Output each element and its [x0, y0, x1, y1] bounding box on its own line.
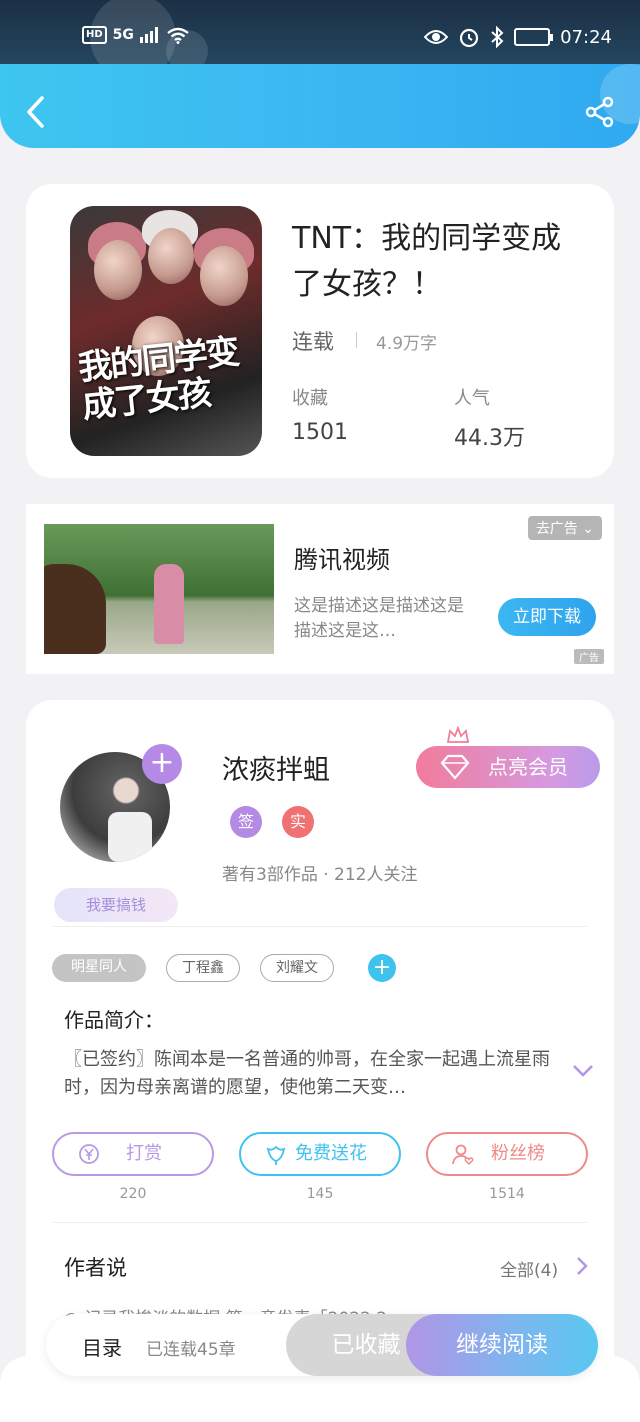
signal-icon	[139, 27, 158, 43]
add-tag-button[interactable]: +	[368, 954, 396, 982]
network-type: 5G	[112, 27, 134, 43]
share-button[interactable]	[584, 96, 616, 128]
intro-text[interactable]: 〖已签约〗陈闻本是一名普通的帅哥，在全家一起遇上流星雨时，因为母亲离谱的愿望，使…	[64, 1046, 550, 1102]
ad-title: 腾讯视频	[294, 546, 390, 574]
flower-count: 145	[306, 1186, 334, 1202]
ad-description: 这是描述这是描述这是描述这是这…	[294, 596, 464, 641]
wifi-icon	[167, 27, 189, 44]
flower-icon	[266, 1145, 286, 1165]
tip-button[interactable]: 打赏	[52, 1132, 214, 1176]
status-bar: HD 5G 07:24	[0, 0, 640, 80]
toc-button[interactable]: 目录	[82, 1332, 122, 1361]
popularity-label: 人气	[454, 388, 490, 409]
send-flower-button[interactable]: 免费送花	[239, 1132, 401, 1176]
ad-download-button[interactable]: 立即下载	[498, 598, 596, 636]
cover-title: 我的同学变成了女孩	[76, 332, 240, 427]
book-title: TNT：我的同学变成了女孩？！	[292, 221, 562, 302]
favorites-label: 收藏	[292, 388, 328, 409]
follow-author-button[interactable]: +	[142, 744, 182, 784]
book-status: 连载	[292, 330, 334, 354]
signed-badge: 签	[230, 806, 262, 838]
divider	[356, 332, 357, 348]
avatar-shirt	[108, 812, 152, 862]
tip-label: 打赏	[126, 1143, 162, 1164]
fan-user-icon	[452, 1144, 474, 1165]
remove-ad-button[interactable]: 去广告 ⌄	[527, 516, 602, 540]
continue-reading-button[interactable]: 继续阅读	[406, 1314, 598, 1376]
ad-image[interactable]	[44, 524, 274, 654]
ad-image-horse	[44, 564, 106, 654]
diamond-icon	[440, 754, 470, 780]
popularity-value: 44.3万	[454, 426, 525, 451]
money-tag[interactable]: 我要搞钱	[54, 888, 178, 922]
eye-icon	[424, 30, 449, 44]
fan-ranking-button[interactable]: 粉丝榜	[426, 1132, 588, 1176]
cover-figure	[148, 228, 194, 284]
bottom-action-bar: 目录 已连载45章 已收藏 继续阅读	[46, 1314, 598, 1376]
cover-figure	[200, 246, 248, 306]
book-info-card[interactable]: 我的同学变成了女孩 TNT：我的同学变成了女孩？！ 连载 4.9万字 收藏 15…	[26, 184, 614, 478]
tag-character[interactable]: 丁程鑫	[166, 954, 240, 982]
chevron-right-icon[interactable]	[576, 1256, 588, 1276]
fan-ranking-label: 粉丝榜	[491, 1143, 545, 1164]
send-flower-label: 免费送花	[295, 1143, 367, 1164]
clock: 07:24	[560, 26, 612, 48]
author-stats: 著有3部作品 · 212人关注	[222, 865, 418, 885]
book-cover[interactable]: 我的同学变成了女孩	[70, 206, 262, 456]
yen-coin-icon	[79, 1144, 99, 1164]
tag-character[interactable]: 刘耀文	[260, 954, 334, 982]
bluetooth-icon	[491, 26, 504, 48]
tag-category[interactable]: 明星同人	[52, 954, 146, 982]
tip-count: 220	[119, 1186, 147, 1202]
intro-heading: 作品简介：	[64, 1008, 164, 1032]
battery-icon	[514, 28, 554, 46]
hd-badge: HD	[82, 26, 107, 44]
word-count: 4.9万字	[376, 334, 438, 354]
divider	[52, 926, 588, 927]
fan-count: 1514	[489, 1186, 525, 1202]
divider	[52, 1222, 588, 1223]
author-says-heading: 作者说	[64, 1256, 127, 1280]
nav-bar	[0, 64, 640, 148]
favorites-value: 1501	[292, 420, 348, 445]
back-button[interactable]	[22, 94, 50, 130]
author-name[interactable]: 浓痰拌蛆	[222, 748, 330, 787]
chevron-down-icon: ⌄	[582, 521, 594, 537]
author-says-all-link[interactable]: 全部(4)	[500, 1256, 558, 1281]
chevron-down-icon[interactable]	[572, 1064, 594, 1078]
ad-banner[interactable]: 腾讯视频 这是描述这是描述这是描述这是这… 去广告 ⌄ 立即下载 广告	[26, 504, 614, 674]
verified-badge: 实	[282, 806, 314, 838]
cover-figure	[94, 240, 142, 300]
ad-mark: 广告	[574, 649, 604, 664]
crown-icon	[446, 726, 470, 743]
chapter-count[interactable]: 已连载45章	[146, 1335, 236, 1360]
alarm-icon	[460, 28, 479, 48]
remove-ad-label: 去广告	[535, 521, 578, 537]
ad-image-person	[154, 564, 184, 644]
